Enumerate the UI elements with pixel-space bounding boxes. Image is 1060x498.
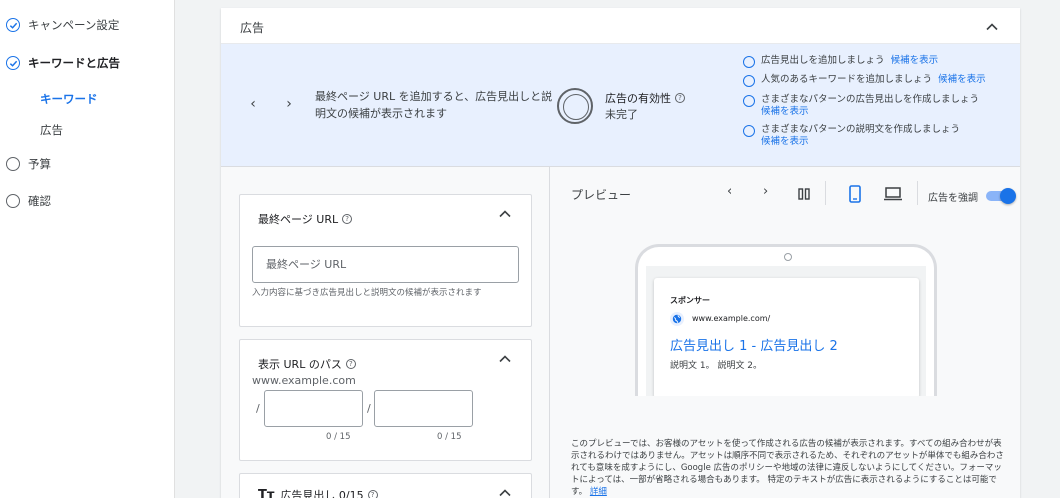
suggestion-item: さまざまなパターンの説明文を作成しましょう 候補を表示 [743,124,1003,148]
preview-prev-arrow-icon[interactable]: ‹ [727,184,732,199]
show-suggestions-link[interactable]: 候補を表示 [761,136,809,147]
sidebar: キャンペーン設定 キーワードと広告 キーワード 広告 予算 確認 [0,0,175,498]
effectiveness-title-text: 広告の有効性 [605,92,671,105]
preview-disclaimer: このプレビューでは、お客様のアセットを使って作成される広告の候補が表示されます。… [571,438,1009,498]
text-format-icon: Tт [258,487,275,498]
chevron-up-icon[interactable] [985,20,999,34]
emphasize-ads-label: 広告を強調 [928,193,978,204]
ad-preview-card: スポンサー www.example.com/ 広告見出し 1 - 広告見出し 2… [654,278,919,396]
chevron-up-icon[interactable] [498,207,512,221]
display-domain: www.example.com [252,374,356,387]
sidebar-item-campaign-settings[interactable]: キャンペーン設定 [6,17,119,33]
phone-preview-frame: スポンサー www.example.com/ 広告見出し 1 - 広告見出し 2… [635,244,937,396]
final-url-title: 最終ページ URL ? [258,211,353,227]
headlines-panel: Tт 広告見出し 0/15 ? [239,473,532,498]
sidebar-item-review[interactable]: 確認 [6,193,51,209]
preview-title: プレビュー [571,188,632,202]
show-suggestions-link[interactable]: 候補を表示 [891,55,939,66]
emphasize-ads-toggle[interactable] [986,188,1016,204]
empty-circle-icon [743,56,755,68]
empty-circle-icon [743,95,755,107]
suggestion-item: 人気のあるキーワードを追加しましょう 候補を表示 [743,74,986,87]
display-path-title-text: 表示 URL のパス [258,358,342,371]
ad-description: 説明文 1。 説明文 2。 [670,361,763,371]
show-suggestions-link[interactable]: 候補を表示 [938,74,986,85]
ad-display-url: www.example.com/ [692,314,771,323]
path2-input[interactable] [374,390,473,427]
suggestion-text: さまざまなパターンの説明文を作成しましょう [761,124,961,135]
sidebar-item-label: 確認 [28,194,51,208]
path-separator: / [256,402,260,415]
final-url-panel: 最終ページ URL ? 入力内容に基づき広告見出しと説明文の候補が表示されます [239,194,532,327]
desktop-device-icon[interactable] [883,187,903,201]
globe-icon [670,312,684,326]
path1-counter: 0 / 15 [326,432,351,442]
disclaimer-text: このプレビューでは、お客様のアセットを使って作成される広告の候補が表示されます。… [571,439,1004,497]
sidebar-subitem-ads[interactable]: 広告 [40,122,63,138]
effectiveness-status: 未完了 [605,108,638,121]
sponsored-label: スポンサー [670,296,710,305]
empty-circle-icon [743,125,755,137]
ad-card-section: 広告 ‹ › 最終ページ URL を追加すると、広告見出しと説明文の候補が表示さ… [221,8,1020,498]
sidebar-item-budget[interactable]: 予算 [6,156,51,172]
sidebar-subitem-keywords[interactable]: キーワード [40,91,98,107]
banner-next-arrow-icon[interactable]: › [282,96,296,112]
suggestion-text: さまざまなパターンの広告見出しを作成しましょう [761,94,980,105]
empty-circle-icon [6,157,20,171]
banner-message: 最終ページ URL を追加すると、広告見出しと説明文の候補が表示されます [315,90,553,120]
help-icon[interactable]: ? [675,93,685,103]
mobile-device-icon[interactable] [849,185,861,203]
effectiveness-title: 広告の有効性 ? [605,90,685,106]
headlines-title-text: 広告見出し 0/15 [280,489,364,498]
path-separator: / [367,402,371,415]
banner-prev-arrow-icon[interactable]: ‹ [246,96,260,112]
help-icon[interactable]: ? [367,490,378,498]
display-path-panel: 表示 URL のパス ? www.example.com / / 0 / 15 … [239,339,532,461]
preview-area: プレビュー ‹ › 広告を強調 スポンサー www.example.com/ 広… [549,167,1020,498]
effectiveness-banner: ‹ › 最終ページ URL を追加すると、広告見出しと説明文の候補が表示されます… [221,44,1020,167]
empty-circle-icon [743,75,755,87]
help-icon[interactable]: ? [342,214,353,224]
suggestion-text: 広告見出しを追加しましょう [761,55,885,66]
phone-camera-icon [784,253,792,261]
sidebar-item-keywords-and-ads[interactable]: キーワードと広告 [6,55,120,71]
toolbar-divider [825,181,826,205]
chevron-up-icon[interactable] [498,486,512,498]
suggestion-item: 広告見出しを追加しましょう 候補を表示 [743,55,938,68]
ad-form-area: 最終ページ URL ? 入力内容に基づき広告見出しと説明文の候補が表示されます … [221,167,549,498]
suggestion-item: さまざまなパターンの広告見出しを作成しましょう 候補を表示 [743,94,1003,118]
phone-screen: スポンサー www.example.com/ 広告見出し 1 - 広告見出し 2… [646,266,926,396]
path2-counter: 0 / 15 [437,432,462,442]
pause-icon[interactable] [798,188,810,200]
final-url-input[interactable] [252,246,519,283]
toolbar-divider [917,181,918,205]
ad-headline[interactable]: 広告見出し 1 - 広告見出し 2 [670,335,838,354]
path1-input[interactable] [264,390,363,427]
check-circle-icon [6,18,20,32]
chevron-up-icon[interactable] [498,352,512,366]
preview-next-arrow-icon[interactable]: › [763,184,768,199]
help-icon[interactable]: ? [345,359,356,369]
empty-circle-icon [6,194,20,208]
sidebar-item-label: 予算 [28,157,51,171]
card-header: 広告 [221,8,1020,44]
effectiveness-ring-icon [557,88,593,124]
display-path-title: 表示 URL のパス ? [258,356,356,372]
final-url-title-text: 最終ページ URL [258,213,339,226]
sidebar-item-label: キャンペーン設定 [28,18,120,32]
headlines-title: Tт 広告見出し 0/15 ? [258,487,378,498]
details-link[interactable]: 詳細 [590,487,607,497]
show-suggestions-link[interactable]: 候補を表示 [761,106,809,117]
card-title: 広告 [240,21,265,35]
sidebar-item-label: キーワードと広告 [28,56,120,70]
final-url-hint: 入力内容に基づき広告見出しと説明文の候補が表示されます [252,288,482,298]
toggle-knob [1000,188,1016,204]
check-circle-icon [6,56,20,70]
suggestion-text: 人気のあるキーワードを追加しましょう [761,74,933,85]
